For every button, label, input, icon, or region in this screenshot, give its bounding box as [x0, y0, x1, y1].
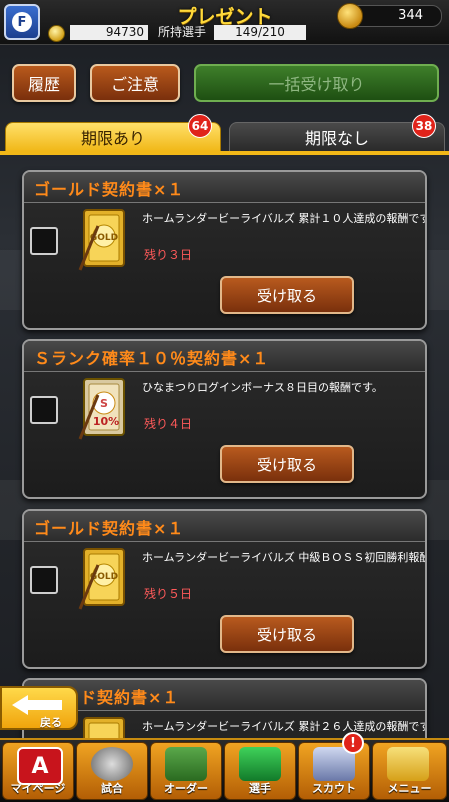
home-button[interactable]: F: [4, 4, 40, 40]
coin-value: 344: [398, 8, 423, 23]
present-description: ひなまつりログインボーナス８日目の報酬です。: [142, 381, 383, 394]
present-title: ゴールド契約書×１: [34, 180, 185, 199]
back-arrow-bar: [26, 700, 62, 710]
scout-alert-badge: !: [342, 732, 364, 754]
present-card: Ｓランク確率１０％契約書×１ S 10% ひなまつりログインボーナス８日目の報酬…: [22, 339, 427, 499]
nav-match[interactable]: 試合: [76, 742, 148, 800]
f-logo-icon: F: [12, 12, 32, 32]
receive-button[interactable]: 受け取る: [220, 615, 354, 653]
select-checkbox[interactable]: [30, 227, 58, 255]
menu-icon: [387, 747, 429, 781]
present-description: ホームランダービーライバルズ 累計１０人達成の報酬です。: [142, 212, 427, 225]
nav-player[interactable]: 選手: [224, 742, 296, 800]
card-header: ド契約書×１: [24, 680, 425, 711]
receive-button[interactable]: 受け取る: [220, 276, 354, 314]
remaining-days: 残り３日: [144, 248, 193, 262]
present-card: ゴールド契約書×１ GOLD ホームランダービーライバルズ 中級ＢＯＳＳ初回勝利…: [22, 509, 427, 669]
tab-label: 期限あり: [80, 129, 145, 148]
nav-label: メニュー: [387, 782, 432, 795]
present-card: ゴールド契約書×１ GOLD ホームランダービーライバルズ 累計１０人達成の報酬…: [22, 170, 427, 330]
gold-contract-icon: GOLD: [78, 209, 125, 271]
back-label: 戻る: [40, 716, 62, 729]
card-header: ゴールド契約書×１: [24, 511, 425, 542]
player-icon: [239, 747, 281, 781]
tab-label: 期限なし: [304, 129, 369, 148]
match-icon: [91, 747, 133, 781]
nav-mypage[interactable]: A マイページ: [2, 742, 74, 800]
status-row: 94730 所持選手 149/210: [48, 25, 348, 42]
tab-underline: [0, 151, 449, 155]
players-count: 149/210: [214, 25, 306, 40]
bottom-nav: A マイページ 試合 オーダー 選手 スカウト メニュー: [0, 738, 449, 802]
svg-text:S: S: [100, 397, 108, 410]
card-header: ゴールド契約書×１: [24, 172, 425, 203]
present-description: ホームランダービーライバルズ 中級ＢＯＳＳ初回勝利報酬です。: [142, 551, 425, 564]
card-header: Ｓランク確率１０％契約書×１: [24, 341, 425, 372]
gold-contract-icon: GOLD: [78, 548, 125, 610]
tab-count-badge: 38: [412, 114, 436, 138]
notice-button[interactable]: ご注意: [90, 64, 180, 102]
nav-label: スカウト: [312, 782, 356, 795]
history-button[interactable]: 履歴: [12, 64, 76, 102]
players-label: 所持選手: [158, 25, 207, 39]
top-bar: F プレゼント 344 94730 所持選手 149/210: [0, 0, 449, 45]
nav-menu[interactable]: メニュー: [372, 742, 447, 800]
tab-count-badge: 64: [188, 114, 212, 138]
gold-icon: [48, 25, 65, 42]
order-icon: [165, 747, 207, 781]
nav-label: 選手: [249, 782, 271, 795]
gold-value: 94730: [70, 25, 148, 40]
coin-counter: 344: [337, 3, 442, 29]
back-button[interactable]: 戻る: [0, 686, 78, 730]
present-title: Ｓランク確率１０％契約書×１: [34, 349, 270, 368]
nav-label: オーダー: [164, 782, 208, 795]
nav-order[interactable]: オーダー: [150, 742, 222, 800]
select-checkbox[interactable]: [30, 396, 58, 424]
svg-text:10%: 10%: [93, 415, 119, 428]
present-title: ゴールド契約書×１: [34, 519, 185, 538]
s-rank-contract-icon: S 10%: [78, 378, 125, 440]
remaining-days: 残り４日: [144, 417, 193, 431]
present-title: ド契約書×１: [80, 688, 180, 707]
select-checkbox[interactable]: [30, 566, 58, 594]
bulk-receive-button[interactable]: 一括受け取り: [194, 64, 439, 102]
nav-label: 試合: [101, 782, 123, 795]
present-description: ホームランダービーライバルズ 累計２６人達成の報酬です。: [142, 720, 427, 733]
receive-button[interactable]: 受け取る: [220, 445, 354, 483]
remaining-days: 残り５日: [144, 587, 193, 601]
nav-label: マイページ: [10, 782, 66, 795]
